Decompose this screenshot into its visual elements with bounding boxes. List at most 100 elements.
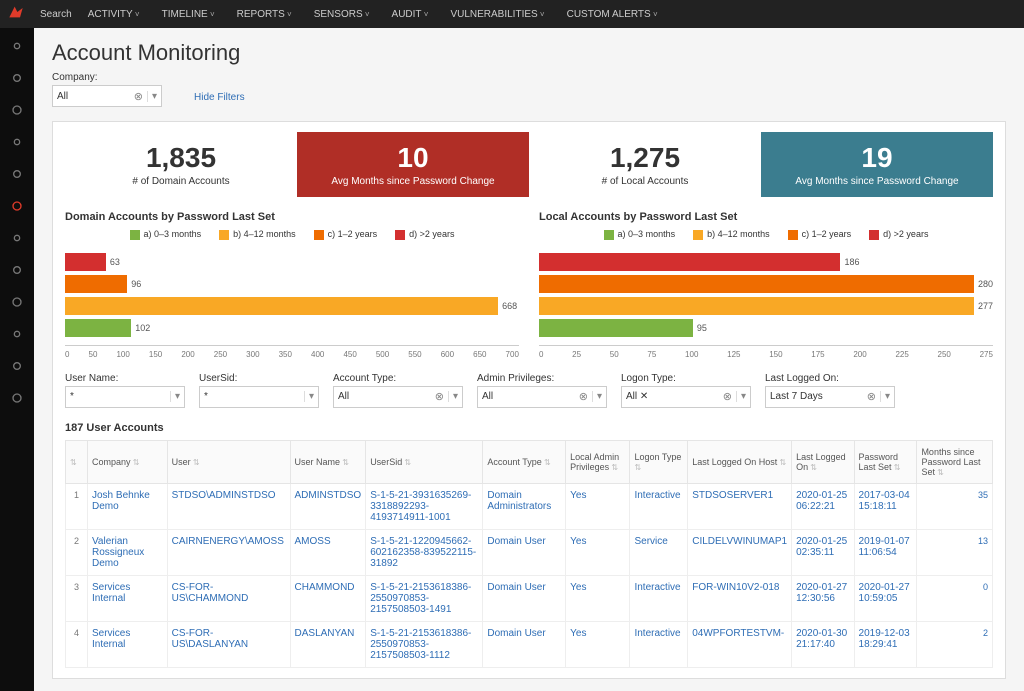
clear-icon[interactable]: ⊗ bbox=[435, 390, 444, 403]
cell-pls[interactable]: 2019-12-03 18:29:41 bbox=[854, 621, 917, 667]
cell-username[interactable]: DASLANYAN bbox=[290, 621, 366, 667]
topnav-item-reports[interactable]: REPORTS bbox=[237, 9, 292, 20]
cell-atype[interactable]: Domain User bbox=[483, 621, 566, 667]
col-header[interactable]: Company bbox=[88, 440, 168, 483]
clear-icon[interactable]: ⊗ bbox=[867, 390, 876, 403]
cell-lastlog[interactable]: 2020-01-30 21:17:40 bbox=[792, 621, 854, 667]
chevron-down-icon[interactable]: ▾ bbox=[304, 391, 314, 402]
topnav-item-timeline[interactable]: TIMELINE bbox=[162, 9, 215, 20]
clear-icon[interactable]: ⊗ bbox=[723, 390, 732, 403]
cell-host[interactable]: FOR-WIN10V2-018 bbox=[688, 575, 792, 621]
chevron-down-icon[interactable]: ▾ bbox=[880, 391, 890, 402]
cell-lastlog[interactable]: 2020-01-25 06:22:21 bbox=[792, 483, 854, 529]
topnav-item-vulnerabilities[interactable]: VULNERABILITIES bbox=[450, 9, 544, 20]
chart-bars: 18628027795 bbox=[539, 246, 993, 346]
cell-company[interactable]: Services Internal bbox=[88, 621, 168, 667]
flask-icon[interactable] bbox=[9, 230, 25, 246]
cell-admin[interactable]: Yes bbox=[566, 621, 630, 667]
chevron-down-icon[interactable]: ▾ bbox=[736, 391, 746, 402]
cell-logon[interactable]: Service bbox=[630, 529, 688, 575]
col-header[interactable]: Logon Type bbox=[630, 440, 688, 483]
chevron-down-icon[interactable]: ▾ bbox=[592, 391, 602, 402]
filter-lastloggedon[interactable]: Last 7 Days⊗▾ bbox=[765, 386, 895, 408]
cell-months[interactable]: 13 bbox=[917, 529, 993, 575]
cell-company[interactable]: Services Internal bbox=[88, 575, 168, 621]
cell-company[interactable]: Valerian Rossigneux Demo bbox=[88, 529, 168, 575]
cell-user[interactable]: STDSO\ADMINSTDSO bbox=[167, 483, 290, 529]
cell-admin[interactable]: Yes bbox=[566, 529, 630, 575]
cell-usersid[interactable]: S-1-5-21-3931635269-3318892293-419371491… bbox=[366, 483, 483, 529]
table-row: 4Services InternalCS-FOR-US\DASLANYANDAS… bbox=[66, 621, 993, 667]
cell-company[interactable]: Josh Behnke Demo bbox=[88, 483, 168, 529]
chart-title: Domain Accounts by Password Last Set bbox=[65, 211, 519, 223]
cell-logon[interactable]: Interactive bbox=[630, 575, 688, 621]
cell-atype[interactable]: Domain User bbox=[483, 575, 566, 621]
cell-usersid[interactable]: S-1-5-21-2153618386-2550970853-215750850… bbox=[366, 621, 483, 667]
filter-usersid[interactable]: *▾ bbox=[199, 386, 319, 408]
cell-username[interactable]: CHAMMOND bbox=[290, 575, 366, 621]
search-icon[interactable] bbox=[9, 70, 25, 86]
cell-username[interactable]: AMOSS bbox=[290, 529, 366, 575]
topnav-item-sensors[interactable]: SENSORS bbox=[314, 9, 370, 20]
chevrons-icon[interactable] bbox=[9, 166, 25, 182]
col-header[interactable]: Password Last Set bbox=[854, 440, 917, 483]
cell-atype[interactable]: Domain Administrators bbox=[483, 483, 566, 529]
hide-filters-link[interactable]: Hide Filters bbox=[194, 92, 245, 103]
cell-admin[interactable]: Yes bbox=[566, 575, 630, 621]
col-header[interactable]: User Name bbox=[290, 440, 366, 483]
filter-accounttype[interactable]: All⊗▾ bbox=[333, 386, 463, 408]
cell-months[interactable]: 35 bbox=[917, 483, 993, 529]
col-header[interactable]: UserSid bbox=[366, 440, 483, 483]
monitor-icon[interactable] bbox=[9, 102, 25, 118]
cell-logon[interactable]: Interactive bbox=[630, 621, 688, 667]
cell-pls[interactable]: 2020-01-27 10:59:05 bbox=[854, 575, 917, 621]
topnav-item-activity[interactable]: ACTIVITY bbox=[88, 9, 140, 20]
col-header[interactable]: Months since Password Last Set bbox=[917, 440, 993, 483]
clear-icon[interactable]: ⊗ bbox=[134, 90, 143, 103]
cell-logon[interactable]: Interactive bbox=[630, 483, 688, 529]
filter-adminprivileges[interactable]: All⊗▾ bbox=[477, 386, 607, 408]
cell-months[interactable]: 2 bbox=[917, 621, 993, 667]
col-header[interactable]: Account Type bbox=[483, 440, 566, 483]
droplet-icon[interactable] bbox=[9, 198, 25, 214]
cell-atype[interactable]: Domain User bbox=[483, 529, 566, 575]
filter-username[interactable]: *▾ bbox=[65, 386, 185, 408]
funnel-icon[interactable] bbox=[9, 294, 25, 310]
cell-months[interactable]: 0 bbox=[917, 575, 993, 621]
chevron-down-icon[interactable]: ▾ bbox=[448, 391, 458, 402]
chevron-down-icon[interactable]: ▾ bbox=[147, 91, 157, 102]
topnav-search[interactable]: Search bbox=[40, 9, 72, 20]
cell-host[interactable]: CILDELVWINUMAP1 bbox=[688, 529, 792, 575]
filter-logontype[interactable]: All ✕⊗▾ bbox=[621, 386, 751, 408]
topnav-item-audit[interactable]: AUDIT bbox=[392, 9, 429, 20]
copy-icon[interactable] bbox=[9, 390, 25, 406]
cell-host[interactable]: 04WPFORTESTVM- bbox=[688, 621, 792, 667]
chevron-down-icon[interactable]: ▾ bbox=[170, 391, 180, 402]
flask2-icon[interactable] bbox=[9, 262, 25, 278]
cell-pls[interactable]: 2019-01-07 11:06:54 bbox=[854, 529, 917, 575]
cell-host[interactable]: STDSOSERVER1 bbox=[688, 483, 792, 529]
col-header[interactable]: Local Admin Privileges bbox=[566, 440, 630, 483]
col-header[interactable]: Last Logged On bbox=[792, 440, 854, 483]
col-header[interactable]: User bbox=[167, 440, 290, 483]
sun-icon[interactable] bbox=[9, 326, 25, 342]
clear-icon[interactable]: ⊗ bbox=[579, 390, 588, 403]
cell-pls[interactable]: 2017-03-04 15:18:11 bbox=[854, 483, 917, 529]
topnav-item-custom-alerts[interactable]: CUSTOM ALERTS bbox=[567, 9, 658, 20]
cell-lastlog[interactable]: 2020-01-25 02:35:11 bbox=[792, 529, 854, 575]
cell-admin[interactable]: Yes bbox=[566, 483, 630, 529]
cell-usersid[interactable]: S-1-5-21-1220945662-602162358-839522115-… bbox=[366, 529, 483, 575]
cell-username[interactable]: ADMINSTDSO bbox=[290, 483, 366, 529]
cell-user[interactable]: CAIRNENERGY\AMOSS bbox=[167, 529, 290, 575]
cell-usersid[interactable]: S-1-5-21-2153618386-2550970853-215750850… bbox=[366, 575, 483, 621]
cell-user[interactable]: CS-FOR-US\DASLANYAN bbox=[167, 621, 290, 667]
cell-user[interactable]: CS-FOR-US\CHAMMOND bbox=[167, 575, 290, 621]
swirl-icon[interactable] bbox=[9, 358, 25, 374]
chart-bars: 6396668102 bbox=[65, 246, 519, 346]
company-label: Company: bbox=[52, 72, 162, 83]
company-filter[interactable]: All ⊗ ▾ bbox=[52, 85, 162, 107]
cell-lastlog[interactable]: 2020-01-27 12:30:56 bbox=[792, 575, 854, 621]
sliders-icon[interactable] bbox=[9, 134, 25, 150]
wifi-icon[interactable] bbox=[9, 38, 25, 54]
col-header[interactable]: Last Logged On Host bbox=[688, 440, 792, 483]
